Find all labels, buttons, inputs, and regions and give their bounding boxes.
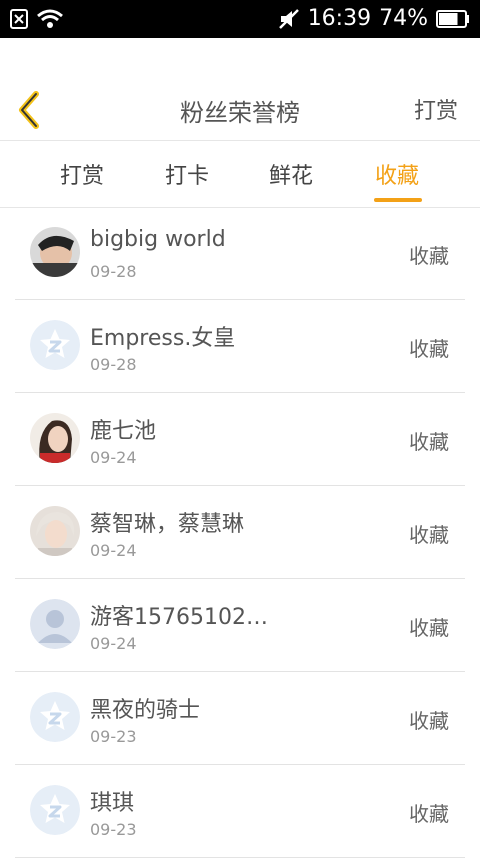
avatar bbox=[30, 785, 80, 835]
fan-name: 鹿七池 bbox=[90, 419, 157, 444]
favorite-label: 收藏 bbox=[409, 802, 449, 826]
page-title: 粉丝荣誉榜 bbox=[180, 99, 300, 127]
fan-name: 琪琪 bbox=[90, 791, 135, 816]
notification-icon bbox=[10, 9, 28, 29]
status-left bbox=[10, 8, 64, 30]
fan-name: bigbig world bbox=[90, 227, 226, 252]
tab-favorites[interactable]: 收藏 bbox=[375, 158, 419, 190]
header: 粉丝荣誉榜 打赏 bbox=[0, 38, 480, 141]
photo-avatar-person-icon bbox=[30, 506, 80, 556]
favorite-label: 收藏 bbox=[409, 244, 449, 268]
favorite-label: 收藏 bbox=[409, 709, 449, 733]
fan-list: bigbig world 09-28 收藏 Empress.女皇 09-28 收… bbox=[15, 207, 465, 858]
guest-avatar-icon bbox=[30, 599, 80, 649]
fan-date: 09-24 bbox=[90, 541, 137, 560]
status-bar: 16:39 74% bbox=[0, 0, 480, 38]
reward-button[interactable]: 打赏 bbox=[414, 93, 458, 125]
wifi-icon bbox=[37, 9, 63, 28]
battery-percent: 74% bbox=[379, 6, 428, 31]
list-item[interactable]: 游客15765102… 09-24 收藏 bbox=[15, 579, 465, 672]
mute-icon bbox=[278, 8, 299, 29]
tab-flowers[interactable]: 鲜花 bbox=[269, 158, 313, 190]
default-avatar-icon bbox=[30, 692, 80, 742]
favorite-label: 收藏 bbox=[409, 337, 449, 361]
fan-date: 09-28 bbox=[90, 355, 137, 374]
clock: 16:39 bbox=[307, 6, 372, 31]
fan-date: 09-23 bbox=[90, 820, 137, 839]
battery-icon bbox=[436, 9, 469, 28]
avatar bbox=[30, 320, 80, 370]
fan-name: 黑夜的骑士 bbox=[90, 698, 201, 723]
tab-checkin[interactable]: 打卡 bbox=[165, 158, 209, 190]
favorite-label: 收藏 bbox=[409, 523, 449, 547]
fan-date: 09-24 bbox=[90, 448, 137, 467]
list-item[interactable]: 蔡智琳，蔡慧琳 09-24 收藏 bbox=[15, 486, 465, 579]
list-item[interactable]: 琪琪 09-23 收藏 bbox=[15, 765, 465, 858]
favorite-label: 收藏 bbox=[409, 616, 449, 640]
tab-bar: 打赏 打卡 鲜花 收藏 bbox=[0, 141, 480, 208]
fan-date: 09-24 bbox=[90, 634, 137, 653]
fan-date: 09-28 bbox=[90, 262, 137, 281]
status-right: 16:39 74% bbox=[278, 6, 470, 31]
fan-name: Empress.女皇 bbox=[90, 326, 236, 351]
avatar bbox=[30, 506, 80, 556]
list-item[interactable]: 鹿七池 09-24 收藏 bbox=[15, 393, 465, 486]
favorite-label: 收藏 bbox=[409, 430, 449, 454]
photo-avatar-man-icon bbox=[30, 227, 80, 277]
fan-date: 09-23 bbox=[90, 727, 137, 746]
list-item[interactable]: 黑夜的骑士 09-23 收藏 bbox=[15, 672, 465, 765]
avatar bbox=[30, 227, 80, 277]
list-item[interactable]: bigbig world 09-28 收藏 bbox=[15, 207, 465, 300]
tab-reward[interactable]: 打赏 bbox=[60, 158, 104, 190]
default-avatar-icon bbox=[30, 320, 80, 370]
avatar bbox=[30, 413, 80, 463]
fan-name: 蔡智琳，蔡慧琳 bbox=[90, 512, 245, 537]
avatar bbox=[30, 599, 80, 649]
list-item[interactable]: Empress.女皇 09-28 收藏 bbox=[15, 300, 465, 393]
avatar bbox=[30, 692, 80, 742]
active-tab-indicator bbox=[374, 198, 422, 202]
photo-avatar-woman-icon bbox=[30, 413, 80, 463]
default-avatar-icon bbox=[30, 785, 80, 835]
fan-name: 游客15765102… bbox=[90, 605, 268, 630]
